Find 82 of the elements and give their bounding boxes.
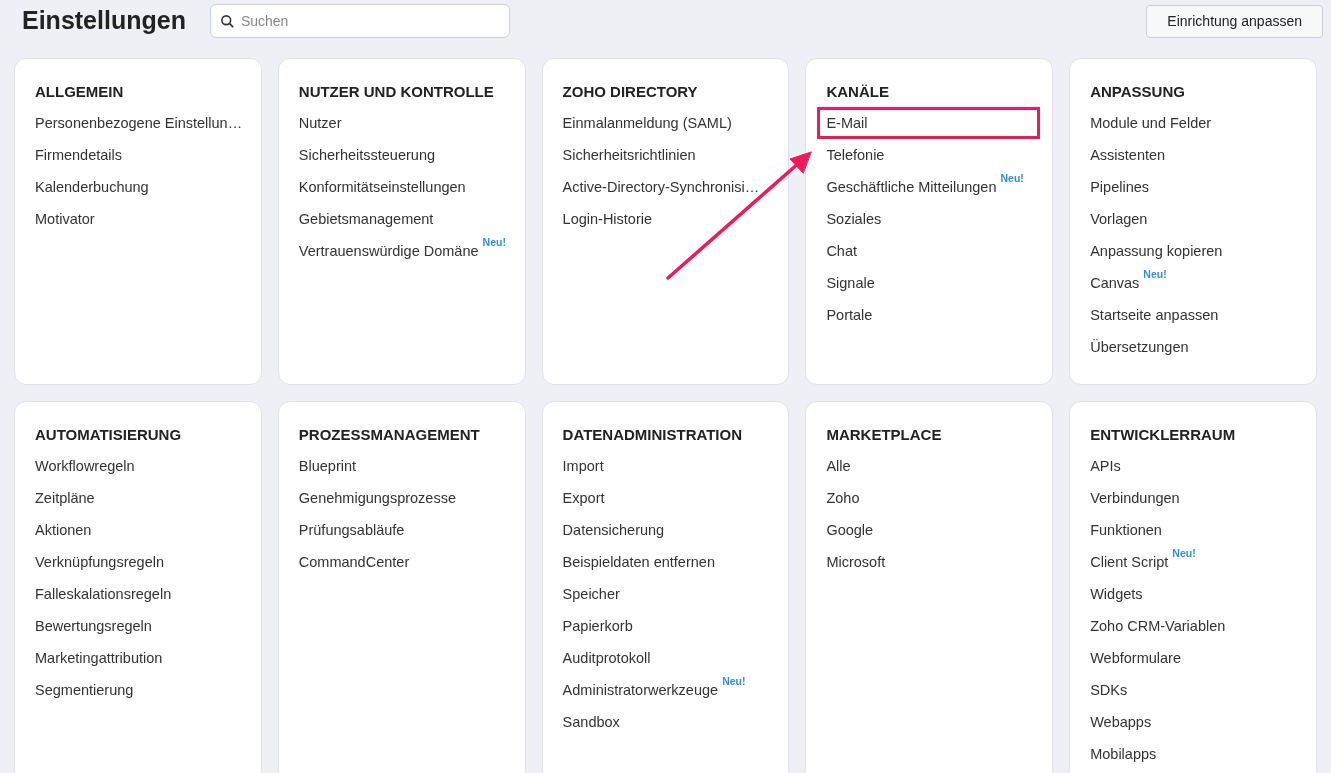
settings-link[interactable]: E-Mail [817, 107, 1041, 139]
settings-link[interactable]: Sicherheitssteuerung [298, 145, 436, 165]
page-title: Einstellungen [22, 5, 186, 37]
settings-link[interactable]: Papierkorb [562, 616, 633, 636]
settings-link[interactable]: Einmalanmeldung (SAML) [562, 113, 732, 133]
settings-link[interactable]: Zoho [826, 488, 860, 508]
settings-link[interactable]: Zoho CRM-Variablen [1090, 616, 1226, 636]
settings-link[interactable]: Funktionen [1090, 520, 1162, 540]
settings-link[interactable]: Microsoft [826, 552, 886, 572]
search-icon [219, 14, 235, 29]
settings-link[interactable]: Marketingattribution [35, 648, 163, 668]
new-label: Neu! [1000, 171, 1024, 186]
settings-link[interactable]: Aktionen [35, 520, 92, 540]
settings-link[interactable]: Webformulare [1090, 648, 1181, 668]
settings-link[interactable]: Export [562, 488, 605, 508]
settings-link[interactable]: Soziales [826, 209, 882, 229]
new-label: Neu! [1143, 267, 1167, 282]
settings-link[interactable]: Prüfungsabläufe [298, 520, 405, 540]
settings-link[interactable]: Verknüpfungsregeln [35, 552, 164, 572]
settings-link[interactable]: Login-Historie [562, 209, 653, 229]
settings-link[interactable]: Motivator [35, 209, 95, 229]
section-heading: KANÄLE [826, 82, 890, 102]
settings-link[interactable]: Portale [826, 305, 873, 325]
settings-link[interactable]: Mobilapps [1090, 744, 1157, 764]
settings-link[interactable]: Zeitpläne [35, 488, 95, 508]
settings-link[interactable]: Segmentierung [35, 680, 134, 700]
customize-setup-button[interactable]: Einrichtung anpassen [1146, 4, 1323, 38]
settings-link[interactable]: Assistenten [1090, 145, 1166, 165]
settings-link[interactable]: Chat [826, 241, 858, 261]
section-heading: AUTOMATISIERUNG [35, 425, 183, 445]
section-heading: ALLGEMEIN [35, 82, 125, 102]
settings-link[interactable]: Personenbezogene Einstellun… [35, 113, 243, 133]
settings-link[interactable]: Genehmigungsprozesse [298, 488, 456, 508]
settings-link[interactable]: Startseite anpassen [1090, 305, 1219, 325]
settings-link[interactable]: APIs [1090, 456, 1121, 476]
settings-link[interactable]: Import [562, 456, 604, 476]
settings-link[interactable]: Vertrauenswürdige Domäne [298, 241, 479, 261]
settings-link[interactable]: Sicherheitsrichtlinien [562, 145, 696, 165]
section-heading: ENTWICKLERRAUM [1090, 425, 1237, 445]
settings-link[interactable]: Canvas [1090, 273, 1140, 293]
settings-link[interactable]: Active-Directory-Synchronisi… [562, 177, 760, 197]
settings-link[interactable]: Signale [826, 273, 875, 293]
settings-link[interactable]: Webapps [1090, 712, 1152, 732]
section-heading: DATENADMINISTRATION [562, 425, 744, 445]
section-heading: ANPASSUNG [1090, 82, 1186, 102]
settings-link[interactable]: Falleskalationsregeln [35, 584, 172, 604]
settings-link[interactable]: Sandbox [562, 712, 620, 732]
settings-link[interactable]: Blueprint [298, 456, 357, 476]
settings-link[interactable]: Kalenderbuchung [35, 177, 149, 197]
settings-link[interactable]: Client Script [1090, 552, 1169, 572]
settings-link[interactable]: Bewertungsregeln [35, 616, 152, 636]
settings-link[interactable]: Alle [826, 456, 851, 476]
section-heading: ZOHO DIRECTORY [562, 82, 699, 102]
new-label: Neu! [482, 235, 506, 250]
settings-link[interactable]: Speicher [562, 584, 620, 604]
settings-link[interactable]: Google [826, 520, 874, 540]
settings-link[interactable]: Datensicherung [562, 520, 665, 540]
settings-link[interactable]: SDKs [1090, 680, 1128, 700]
settings-link[interactable]: Vorlagen [1090, 209, 1148, 229]
settings-link[interactable]: Verbindungen [1090, 488, 1180, 508]
settings-link[interactable]: Geschäftliche Mitteilungen [826, 177, 997, 197]
new-label: Neu! [1172, 546, 1196, 561]
settings-link[interactable]: Widgets [1090, 584, 1143, 604]
new-label: Neu! [722, 674, 746, 689]
settings-link[interactable]: Telefonie [826, 145, 885, 165]
settings-link[interactable]: Übersetzungen [1090, 337, 1189, 357]
settings-link[interactable]: Workflowregeln [35, 456, 135, 476]
settings-link[interactable]: Module und Felder [1090, 113, 1212, 133]
settings-link[interactable]: Firmendetails [35, 145, 123, 165]
settings-link[interactable]: Pipelines [1090, 177, 1150, 197]
settings-link[interactable]: Administratorwerkzeuge [562, 680, 719, 700]
settings-link[interactable]: Gebietsmanagement [298, 209, 434, 229]
settings-link[interactable]: Beispieldaten entfernen [562, 552, 715, 572]
section-heading: PROZESSMANAGEMENT [298, 425, 481, 445]
search-field[interactable]: Suchen [209, 4, 510, 38]
settings-link[interactable]: Nutzer [298, 113, 342, 133]
settings-link[interactable]: CommandCenter [298, 552, 410, 572]
settings-link[interactable]: Auditprotokoll [562, 648, 651, 668]
section-heading: MARKETPLACE [826, 425, 943, 445]
section-heading: NUTZER UND KONTROLLE [298, 82, 495, 102]
settings-link[interactable]: Anpassung kopieren [1090, 241, 1223, 261]
settings-link[interactable]: Konformitätseinstellungen [298, 177, 466, 197]
